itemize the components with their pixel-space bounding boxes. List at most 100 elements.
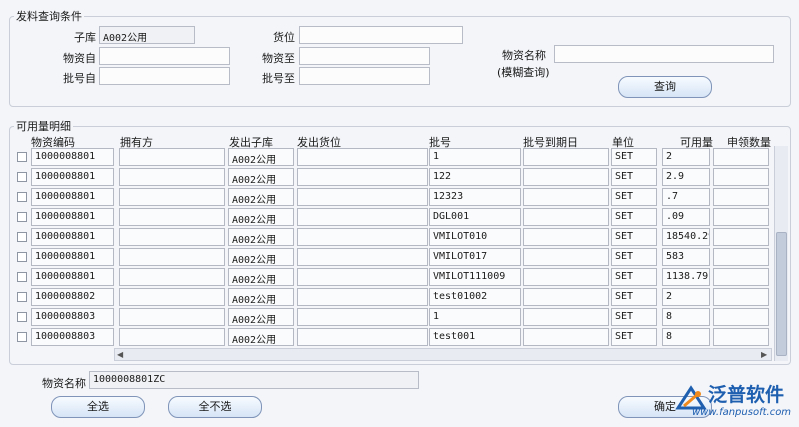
cell-expiry[interactable] — [523, 208, 609, 226]
cell-unit[interactable]: SET — [611, 188, 657, 206]
cell-request-qty[interactable] — [713, 188, 769, 206]
cell-owner[interactable] — [119, 328, 225, 346]
row-checkbox[interactable] — [17, 172, 27, 182]
cell-subinv[interactable]: A002公用 — [228, 168, 294, 186]
cell-code[interactable]: 1000008801 — [31, 228, 114, 246]
cell-request-qty[interactable] — [713, 268, 769, 286]
cell-location[interactable] — [297, 328, 428, 346]
cell-code[interactable]: 1000008801 — [31, 188, 114, 206]
cell-qty[interactable]: 2 — [662, 148, 710, 166]
cell-qty[interactable]: 2.9 — [662, 168, 710, 186]
cell-owner[interactable] — [119, 228, 225, 246]
cell-expiry[interactable] — [523, 248, 609, 266]
scroll-left-icon[interactable]: ◀ — [117, 350, 123, 359]
cell-owner[interactable] — [119, 168, 225, 186]
cell-code[interactable]: 1000008801 — [31, 168, 114, 186]
lot-to-field[interactable] — [299, 67, 430, 85]
item-to-field[interactable] — [299, 47, 430, 65]
cell-lot[interactable]: 1 — [429, 148, 521, 166]
cell-request-qty[interactable] — [713, 308, 769, 326]
cell-qty[interactable]: 18540.29 — [662, 228, 710, 246]
subinv-field[interactable]: A002公用 — [99, 26, 195, 44]
cell-expiry[interactable] — [523, 188, 609, 206]
cell-expiry[interactable] — [523, 288, 609, 306]
cell-location[interactable] — [297, 288, 428, 306]
cell-owner[interactable] — [119, 248, 225, 266]
cell-location[interactable] — [297, 188, 428, 206]
cell-lot[interactable]: VMILOT017 — [429, 248, 521, 266]
select-all-button[interactable]: 全选 — [51, 396, 145, 418]
cell-subinv[interactable]: A002公用 — [228, 148, 294, 166]
cell-unit[interactable]: SET — [611, 208, 657, 226]
cell-request-qty[interactable] — [713, 288, 769, 306]
location-field[interactable] — [299, 26, 463, 44]
cell-subinv[interactable]: A002公用 — [228, 188, 294, 206]
cell-location[interactable] — [297, 168, 428, 186]
cell-code[interactable]: 1000008801 — [31, 148, 114, 166]
lot-from-field[interactable] — [99, 67, 230, 85]
cell-owner[interactable] — [119, 308, 225, 326]
cell-request-qty[interactable] — [713, 228, 769, 246]
cell-qty[interactable]: 8 — [662, 328, 710, 346]
cell-unit[interactable]: SET — [611, 228, 657, 246]
cell-qty[interactable]: .09 — [662, 208, 710, 226]
cell-code[interactable]: 1000008803 — [31, 328, 114, 346]
cell-subinv[interactable]: A002公用 — [228, 248, 294, 266]
cell-code[interactable]: 1000008801 — [31, 268, 114, 286]
cell-location[interactable] — [297, 248, 428, 266]
cell-code[interactable]: 1000008802 — [31, 288, 114, 306]
cell-qty[interactable]: 8 — [662, 308, 710, 326]
cell-subinv[interactable]: A002公用 — [228, 308, 294, 326]
scroll-right-icon[interactable]: ▶ — [761, 350, 767, 359]
cell-lot[interactable]: DGL001 — [429, 208, 521, 226]
cell-lot[interactable]: 12323 — [429, 188, 521, 206]
cell-expiry[interactable] — [523, 148, 609, 166]
cell-lot[interactable]: test001 — [429, 328, 521, 346]
cell-request-qty[interactable] — [713, 148, 769, 166]
cell-location[interactable] — [297, 208, 428, 226]
cell-lot[interactable]: 1 — [429, 308, 521, 326]
cell-unit[interactable]: SET — [611, 308, 657, 326]
cell-qty[interactable]: .7 — [662, 188, 710, 206]
row-checkbox[interactable] — [17, 252, 27, 262]
row-checkbox[interactable] — [17, 232, 27, 242]
vertical-scrollbar[interactable] — [774, 146, 788, 361]
footer-item-name-field[interactable]: 1000008801ZC — [89, 371, 419, 389]
cell-owner[interactable] — [119, 208, 225, 226]
cell-code[interactable]: 1000008801 — [31, 248, 114, 266]
row-checkbox[interactable] — [17, 192, 27, 202]
row-checkbox[interactable] — [17, 152, 27, 162]
item-name-field[interactable] — [554, 45, 774, 63]
cell-request-qty[interactable] — [713, 168, 769, 186]
row-checkbox[interactable] — [17, 212, 27, 222]
item-from-field[interactable] — [99, 47, 230, 65]
cell-lot[interactable]: VMILOT010 — [429, 228, 521, 246]
cell-expiry[interactable] — [523, 268, 609, 286]
cell-owner[interactable] — [119, 268, 225, 286]
cell-lot[interactable]: 122 — [429, 168, 521, 186]
row-checkbox[interactable] — [17, 312, 27, 322]
cell-code[interactable]: 1000008801 — [31, 208, 114, 226]
cell-expiry[interactable] — [523, 228, 609, 246]
cell-unit[interactable]: SET — [611, 328, 657, 346]
cell-subinv[interactable]: A002公用 — [228, 208, 294, 226]
cell-subinv[interactable]: A002公用 — [228, 228, 294, 246]
cell-subinv[interactable]: A002公用 — [228, 268, 294, 286]
cell-owner[interactable] — [119, 148, 225, 166]
cell-request-qty[interactable] — [713, 208, 769, 226]
cell-subinv[interactable]: A002公用 — [228, 328, 294, 346]
cell-unit[interactable]: SET — [611, 268, 657, 286]
search-button[interactable]: 查询 — [618, 76, 712, 98]
row-checkbox[interactable] — [17, 272, 27, 282]
row-checkbox[interactable] — [17, 332, 27, 342]
cell-lot[interactable]: test01002 — [429, 288, 521, 306]
cell-unit[interactable]: SET — [611, 168, 657, 186]
cell-expiry[interactable] — [523, 168, 609, 186]
cell-owner[interactable] — [119, 188, 225, 206]
cell-expiry[interactable] — [523, 328, 609, 346]
vertical-scroll-thumb[interactable] — [776, 232, 787, 356]
cell-subinv[interactable]: A002公用 — [228, 288, 294, 306]
cell-location[interactable] — [297, 148, 428, 166]
cell-expiry[interactable] — [523, 308, 609, 326]
cell-request-qty[interactable] — [713, 328, 769, 346]
